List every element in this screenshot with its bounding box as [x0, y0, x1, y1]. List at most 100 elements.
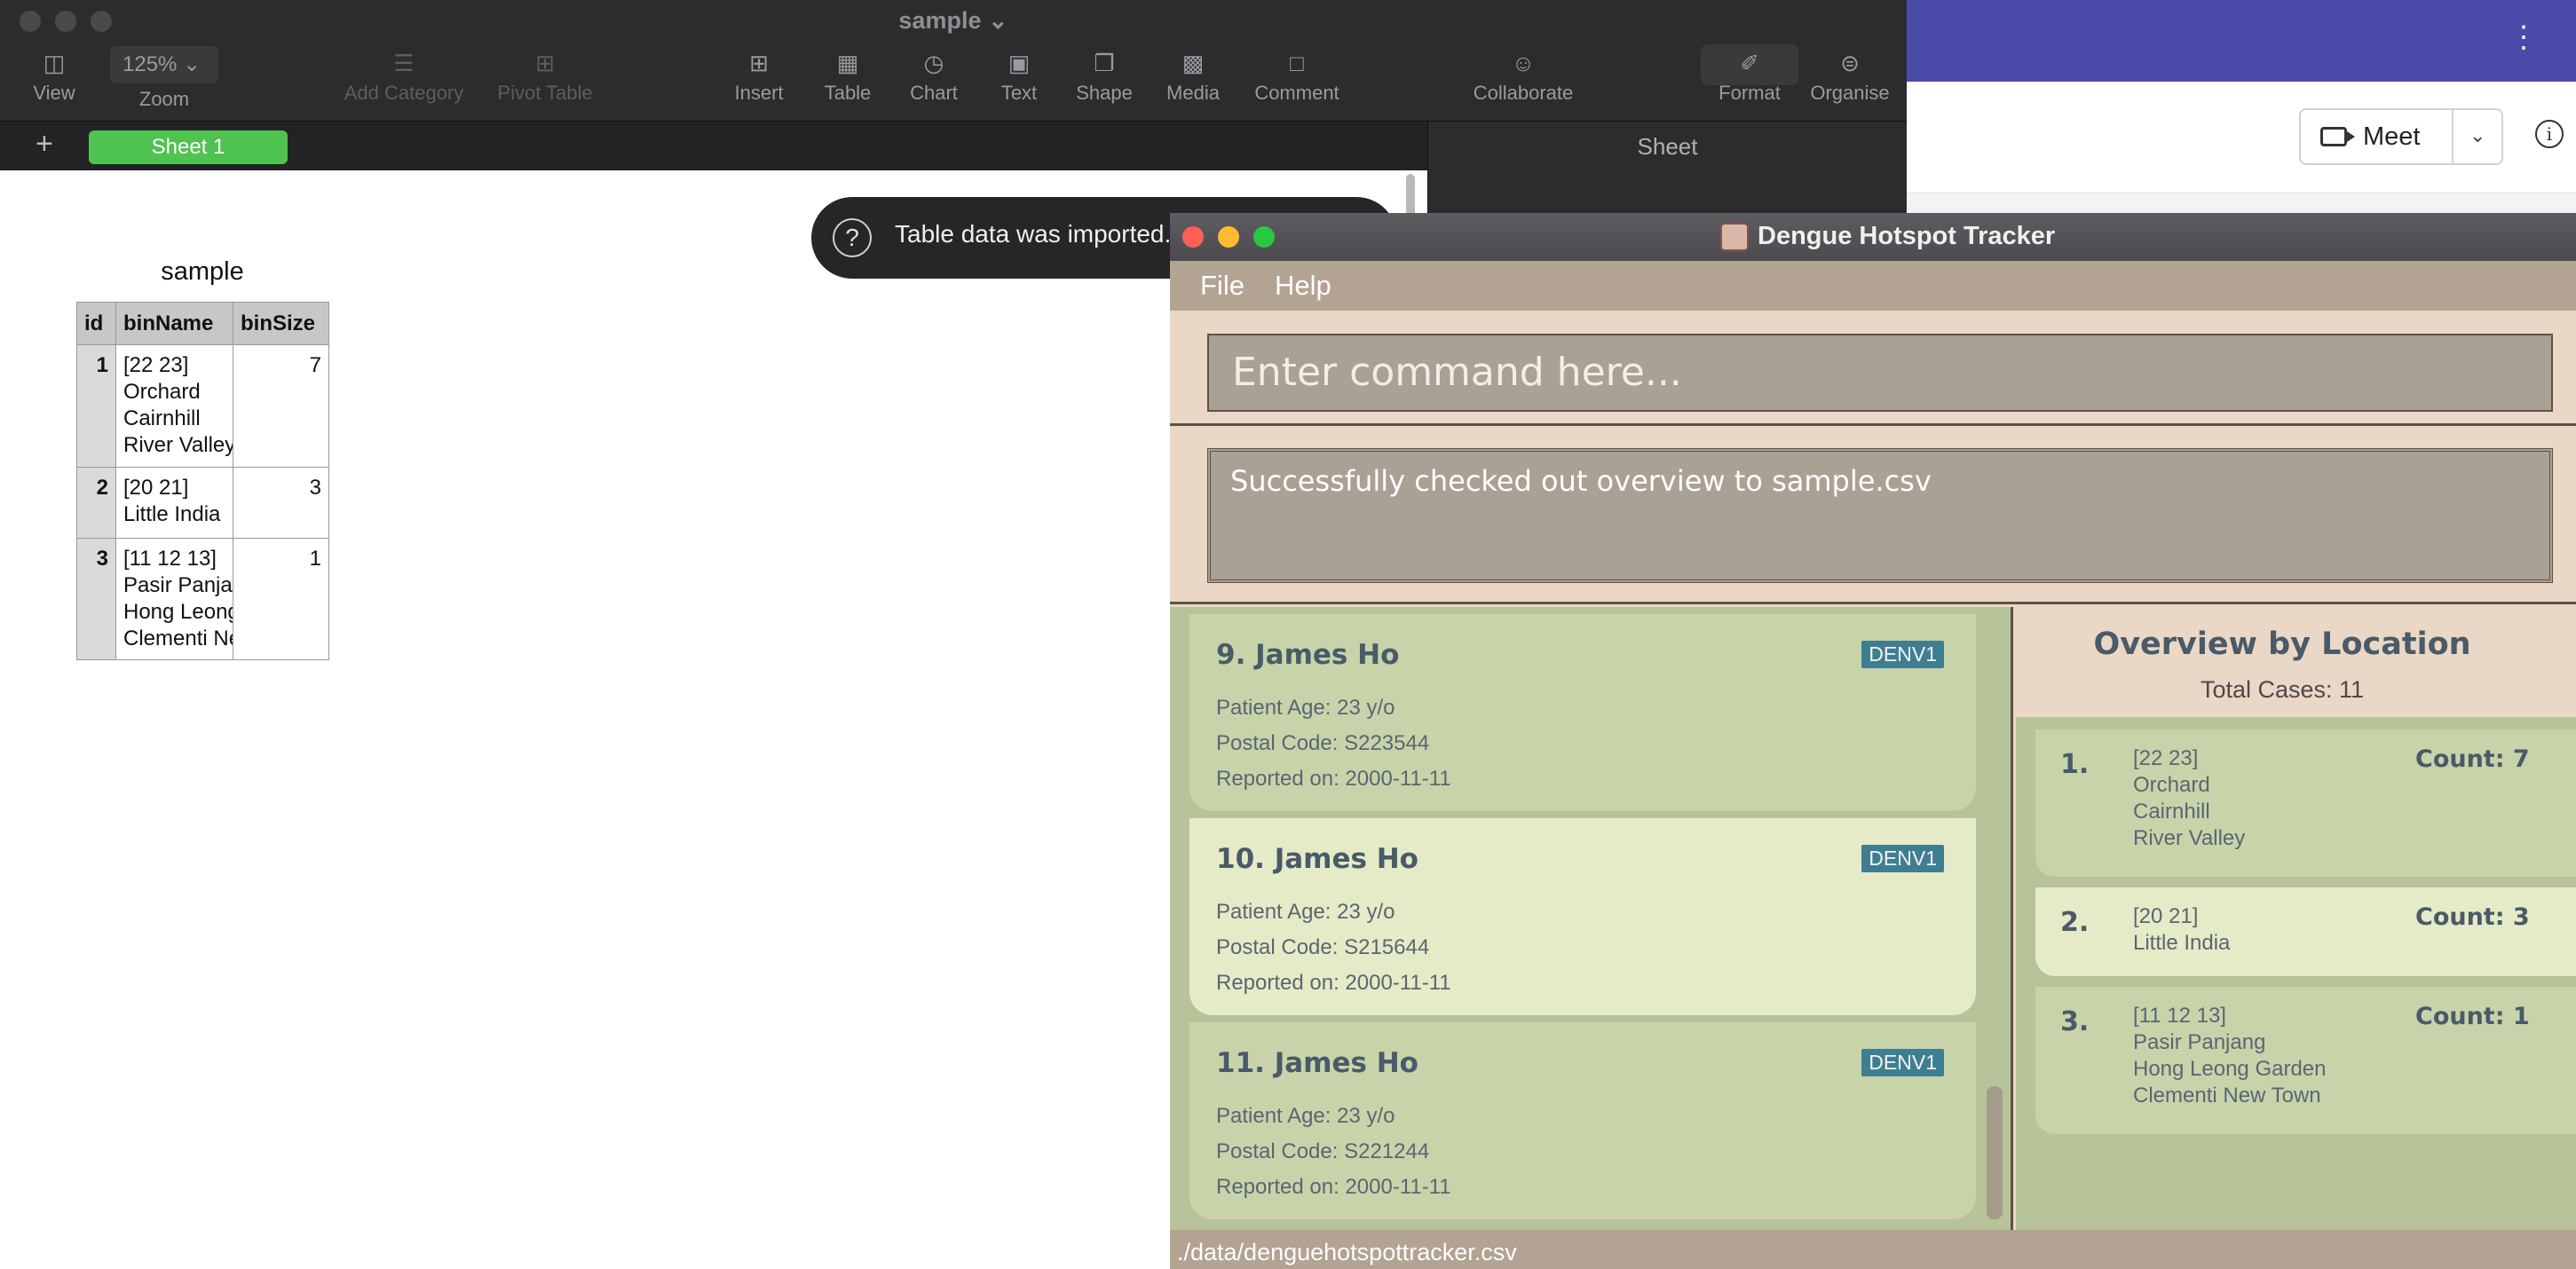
case-name: 10. James Ho: [1216, 843, 1418, 875]
text-icon: ▣: [1007, 50, 1031, 76]
overview-header: Overview by Location Total Cases: 11: [2016, 607, 2576, 717]
chevron-down-icon[interactable]: ⌄: [2469, 124, 2485, 147]
variant-badge: DENV1: [1861, 1049, 1944, 1076]
menu-help[interactable]: Help: [1275, 270, 1331, 302]
list-scrollbar[interactable]: [1987, 1086, 2003, 1219]
column-header-binname[interactable]: binName: [115, 302, 233, 345]
postal-code: Postal Code: S215644: [1216, 935, 1430, 959]
dengue-tracker-window: Dengue Hotspot Tracker File Help Enter c…: [1170, 213, 2576, 1269]
overview-count: Count: 1: [2415, 1003, 2530, 1030]
zoom-select[interactable]: 125% ⌄: [110, 46, 218, 83]
more-options-icon[interactable]: ⋮: [2509, 20, 2540, 55]
comment-button[interactable]: □ Comment: [1248, 44, 1346, 105]
background-toolbar: Meet ⌄ i: [1900, 82, 2576, 193]
text-button[interactable]: ▣ Text: [984, 44, 1055, 105]
list-item[interactable]: 3. [11 12 13] Pasir Panjang Hong Leong G…: [2035, 987, 2576, 1134]
list-item[interactable]: 11. James Ho DENV1 Patient Age: 23 y/o P…: [1189, 1022, 1976, 1219]
table-row: 1 [22 23] Orchard Cairnhill River Valley…: [76, 344, 329, 468]
binsize-cell[interactable]: 3: [233, 467, 329, 539]
add-sheet-icon[interactable]: +: [36, 127, 53, 162]
organise-icon: ⊜: [1840, 50, 1860, 76]
row-id-cell[interactable]: 2: [76, 467, 116, 539]
table-row: 2 [20 21] Little India 3: [76, 467, 329, 539]
overview-count: Count: 3: [2415, 903, 2530, 931]
command-input[interactable]: Enter command here...: [1207, 334, 2553, 412]
insert-icon: ⊞: [749, 50, 769, 76]
overview-locations: [22 23] Orchard Cairnhill River Valley: [2133, 746, 2246, 850]
chart-button[interactable]: ◷ Chart: [898, 44, 969, 105]
format-button[interactable]: ✐ Format: [1701, 44, 1798, 105]
case-list[interactable]: 9. James Ho DENV1 Patient Age: 23 y/o Po…: [1170, 607, 2013, 1230]
row-id-cell[interactable]: 3: [76, 538, 116, 660]
overview-index: 1.: [2060, 749, 2090, 780]
app-menubar: File Help: [1170, 261, 2576, 311]
media-button[interactable]: ▩ Media: [1154, 44, 1232, 105]
menu-file[interactable]: File: [1200, 270, 1245, 302]
question-icon[interactable]: ?: [833, 218, 872, 257]
close-button[interactable]: [1182, 226, 1204, 248]
table-button[interactable]: ▦ Table: [812, 44, 883, 105]
tab-sheet-1[interactable]: Sheet 1: [89, 130, 288, 164]
minimize-button[interactable]: [1218, 226, 1239, 248]
chart-icon: ◷: [923, 50, 944, 76]
comment-icon: □: [1290, 50, 1304, 76]
shape-button[interactable]: ❐ Shape: [1067, 44, 1142, 105]
result-area: Successfully checked out overview to sam…: [1170, 429, 2576, 604]
shape-icon: ❐: [1094, 50, 1115, 76]
insert-button[interactable]: ⊞ Insert: [723, 44, 794, 105]
case-name: 9. James Ho: [1216, 639, 1400, 671]
add-category-button[interactable]: ☰ Add Category: [337, 44, 470, 105]
table-title[interactable]: sample: [76, 257, 328, 287]
result-display[interactable]: Successfully checked out overview to sam…: [1207, 448, 2553, 583]
info-icon[interactable]: i: [2535, 120, 2564, 148]
binname-cell[interactable]: [11 12 13] Pasir Panjang Hong Leong Gard…: [115, 538, 233, 660]
vertical-scrollbar[interactable]: [1406, 174, 1415, 218]
table-icon: ▦: [836, 50, 859, 76]
column-header-id[interactable]: id: [76, 302, 116, 345]
paintbrush-icon: ✐: [1740, 50, 1759, 76]
meet-button[interactable]: Meet ⌄: [2299, 108, 2503, 165]
case-name: 11. James Ho: [1216, 1047, 1418, 1079]
organise-button[interactable]: ⊜ Organise: [1807, 44, 1892, 105]
overview-index: 2.: [2060, 907, 2090, 938]
list-item[interactable]: 1. [22 23] Orchard Cairnhill River Valle…: [2035, 729, 2576, 877]
sidebar-header-sheet[interactable]: Sheet: [1427, 121, 1907, 170]
overview-locations: [20 21] Little India: [2133, 904, 2231, 955]
list-item[interactable]: 2. [20 21] Little India Count: 3: [2035, 887, 2576, 976]
pivot-table-icon: ⊞: [535, 50, 555, 76]
media-icon: ▩: [1181, 50, 1205, 76]
reported-date: Reported on: 2000-11-11: [1216, 971, 1451, 995]
video-camera-icon: [2320, 127, 2355, 146]
variant-badge: DENV1: [1861, 845, 1944, 872]
variant-badge: DENV1: [1861, 641, 1944, 668]
sheet-tab-bar: + Sheet 1: [0, 121, 1427, 170]
sidebar-icon: ◫: [43, 50, 66, 76]
collaborate-icon: ☺: [1511, 50, 1536, 76]
window-title[interactable]: sample ⌄: [0, 7, 1907, 35]
zoom-button[interactable]: [1253, 226, 1275, 248]
list-item[interactable]: 9. James Ho DENV1 Patient Age: 23 y/o Po…: [1189, 614, 1976, 811]
overview-title: Overview by Location: [2093, 627, 2471, 662]
numbers-titlebar: sample ⌄ ◫ View 125% ⌄ Zoom ☰ Add Catego…: [0, 0, 1907, 121]
list-icon: ☰: [393, 50, 415, 76]
sample-table[interactable]: id binName binSize 1 [22 23] Orchard Cai…: [76, 302, 329, 660]
overview-locations: [11 12 13] Pasir Panjang Hong Leong Gard…: [2133, 1004, 2327, 1107]
collaborate-button[interactable]: ☺ Collaborate: [1465, 44, 1582, 105]
binname-cell[interactable]: [22 23] Orchard Cairnhill River Valley: [115, 344, 233, 468]
zoom-label: Zoom: [138, 88, 190, 110]
binname-cell[interactable]: [20 21] Little India: [115, 467, 233, 539]
app-logo-icon: [1720, 223, 1749, 252]
view-button[interactable]: ◫ View: [27, 44, 82, 105]
table-row: 3 [11 12 13] Pasir Panjang Hong Leong Ga…: [76, 538, 329, 660]
column-header-binsize[interactable]: binSize: [233, 302, 329, 345]
row-id-cell[interactable]: 1: [76, 344, 116, 468]
toast-message: Table data was imported.: [895, 220, 1172, 248]
binsize-cell[interactable]: 1: [233, 538, 329, 660]
overview-index: 3.: [2060, 1006, 2090, 1037]
overview-panel: Overview by Location Total Cases: 11 1. …: [2016, 607, 2576, 1230]
binsize-cell[interactable]: 7: [233, 344, 329, 468]
patient-age: Patient Age: 23 y/o: [1216, 696, 1395, 720]
list-item[interactable]: 10. James Ho DENV1 Patient Age: 23 y/o P…: [1189, 818, 1976, 1015]
pivot-table-button[interactable]: ⊞ Pivot Table: [486, 44, 604, 105]
app-titlebar: Dengue Hotspot Tracker: [1170, 213, 2576, 261]
